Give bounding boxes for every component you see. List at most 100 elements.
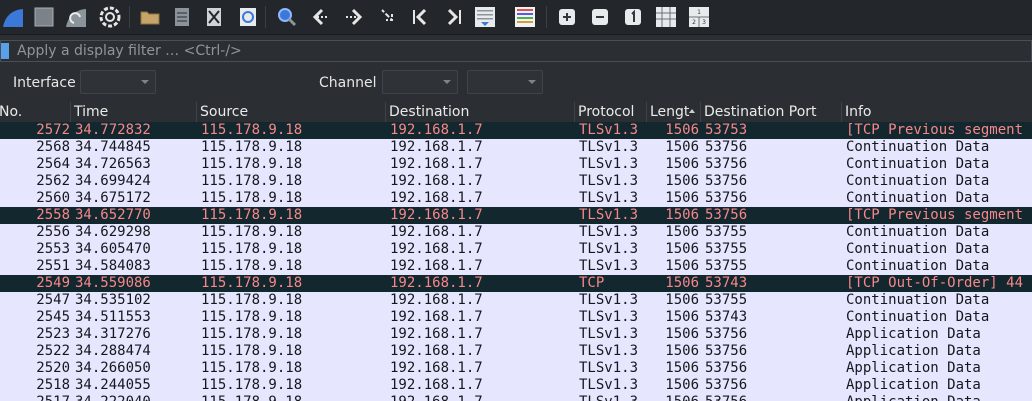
column-header-label: Destination [389,104,470,120]
table-row[interactable]: 2517 34.222040 115.178.9.18 192.168.1.7 TLSv… [0,394,1032,401]
packet-info: Application Data [846,343,981,359]
autoscroll-icon[interactable] [472,4,498,30]
capture-options-icon[interactable] [97,4,123,30]
packet-destination: 192.168.1.7 [390,156,483,172]
packet-source: 115.178.9.18 [201,309,303,325]
packet-info: Application Data [846,394,1032,401]
packet-length: 1506 [665,258,699,274]
zoom-out-icon[interactable] [587,4,613,30]
table-row[interactable]: 2572 34.772832 115.178.9.18 192.168.1.7 TLSv… [0,122,1032,139]
table-row[interactable]: 2520 34.266050 115.178.9.18 192.168.1.7 TLSv… [0,360,1032,377]
packet-source: 115.178.9.18 [201,394,386,401]
main-toolbar: 123 [0,0,1032,35]
find-packet-icon[interactable] [274,4,300,30]
packet-number: 2551 [36,258,70,274]
packet-protocol: TLSv1.3 [579,173,639,189]
table-row[interactable]: 2562 34.699424 115.178.9.18 192.168.1.7 TLSv… [0,173,1032,190]
table-row[interactable]: 2558 34.652770 115.178.9.18 192.168.1.7 TLSv… [0,207,1032,224]
packet-source: 115.178.9.18 [201,139,303,155]
packet-number: 2553 [36,241,70,257]
save-file-icon[interactable] [169,4,195,30]
stop-capture-icon[interactable] [31,4,57,30]
column-header-label: Protocol [578,104,635,120]
zoom-in-icon[interactable] [554,4,580,30]
packet-destination-port: 53755 [705,258,748,274]
column-header-source[interactable]: Source [197,102,386,122]
shark-fin-start-icon[interactable] [0,4,26,30]
channel-width-combo[interactable] [467,70,543,94]
packet-number: 2545 [36,309,70,325]
packet-info: [TCP Previous segment [846,122,1024,138]
packet-number: 2547 [36,292,70,308]
packet-protocol: TLSv1.3 [579,343,639,359]
reload-file-icon[interactable] [235,4,261,30]
packet-destination-port: 53756 [705,207,748,223]
filter-bookmark-icon[interactable] [1,43,9,59]
table-row[interactable]: 2564 34.726563 115.178.9.18 192.168.1.7 TLSv… [0,156,1032,173]
table-row[interactable]: 2549 34.559086 115.178.9.18 192.168.1.7 TCP 1… [0,275,1032,292]
normal-size-icon[interactable] [620,4,646,30]
packet-destination-port: 53756 [705,190,748,206]
svg-text:3: 3 [702,19,706,26]
channel-combo[interactable] [382,70,458,94]
packet-number: 2522 [36,343,70,359]
packet-time: 34.559086 [75,275,151,291]
column-header-destination-port[interactable]: Destination Port [701,102,842,122]
packet-protocol: TCP [579,275,605,291]
display-filter-input[interactable] [17,41,1027,61]
packet-source: 115.178.9.18 [201,360,303,376]
packet-length: 1506 [665,190,699,206]
table-row[interactable]: 2551 34.584083 115.178.9.18 192.168.1.7 TLSv… [0,258,1032,275]
column-header-info[interactable]: Info [842,102,1032,122]
column-header-no[interactable]: No. [0,102,71,122]
table-row[interactable]: 2518 34.244055 115.178.9.18 192.168.1.7 TLSv… [0,377,1032,394]
packet-length: 1506 [665,326,699,342]
packet-number: 2523 [36,326,70,342]
table-row[interactable]: 2523 34.317276 115.178.9.18 192.168.1.7 TLSv… [0,326,1032,343]
packet-destination: 192.168.1.7 [390,275,483,291]
colorize-icon[interactable] [512,4,538,30]
column-header-protocol[interactable]: Protocol [575,102,647,122]
table-row[interactable]: 2553 34.605470 115.178.9.18 192.168.1.7 TLSv… [0,241,1032,258]
restart-capture-icon[interactable] [63,4,89,30]
column-header-label: No. [0,104,23,120]
table-row[interactable]: 2568 34.744845 115.178.9.18 192.168.1.7 TLSv… [0,139,1032,156]
open-file-icon[interactable] [137,4,163,30]
column-header-destination[interactable]: Destination [386,102,575,122]
column-header-label: Source [200,104,249,120]
column-header-label: Destination Port [704,104,817,120]
layout-icon[interactable]: 123 [686,4,712,30]
column-header-length[interactable]: Lengt [647,102,701,122]
first-packet-icon[interactable] [408,4,434,30]
packet-info: Continuation Data [846,156,990,172]
go-to-packet-icon[interactable] [374,4,400,30]
table-row[interactable]: 2545 34.511553 115.178.9.18 192.168.1.7 TLSv… [0,309,1032,326]
go-forward-icon[interactable] [341,4,367,30]
go-back-icon[interactable] [308,4,334,30]
column-header-time[interactable]: Time [71,102,197,122]
packet-destination-port: 53756 [705,326,748,342]
table-row[interactable]: 2547 34.535102 115.178.9.18 192.168.1.7 TLSv… [0,292,1032,309]
packet-destination-port: 53756 [705,343,748,359]
close-file-icon[interactable] [201,4,227,30]
interface-combo[interactable] [80,70,156,94]
packet-length: 1506 [665,122,699,138]
packet-info: Continuation Data [846,258,990,274]
packet-source: 115.178.9.18 [201,122,303,138]
chevron-down-icon [443,80,451,84]
table-row[interactable]: 2522 34.288474 115.178.9.18 192.168.1.7 TLSv… [0,343,1032,360]
last-packet-icon[interactable] [440,4,466,30]
packet-number: 2549 [36,275,70,291]
packet-protocol: TLSv1.3 [579,190,639,206]
chevron-down-icon [141,80,149,84]
table-row[interactable]: 2560 34.675172 115.178.9.18 192.168.1.7 TLSv… [0,190,1032,207]
packet-source: 115.178.9.18 [201,241,303,257]
packet-source: 115.178.9.18 [201,190,303,206]
resize-columns-icon[interactable] [653,4,679,30]
packet-time: 34.744845 [75,139,151,155]
packet-destination: 192.168.1.7 [390,224,483,240]
table-row[interactable]: 2556 34.629298 115.178.9.18 192.168.1.7 TLSv… [0,224,1032,241]
packet-destination: 192.168.1.7 [390,377,483,393]
packet-length: 1506 [665,173,699,189]
packet-protocol: TLSv1.3 [579,207,639,223]
